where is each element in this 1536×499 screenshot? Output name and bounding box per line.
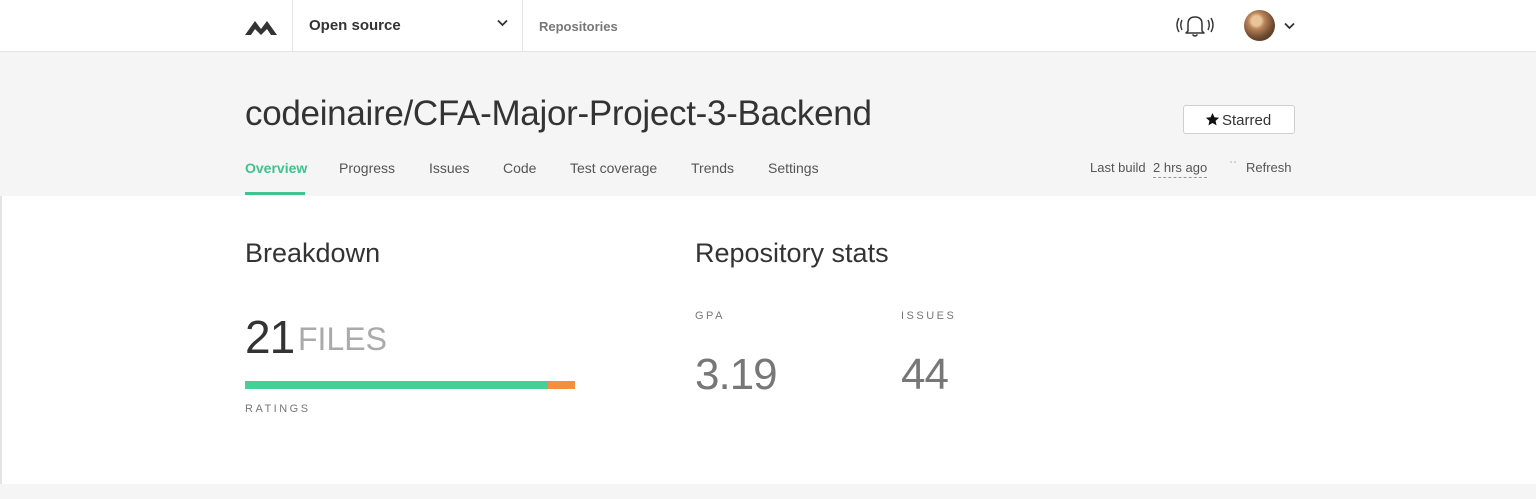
notification-bell-icon[interactable] xyxy=(1174,12,1216,38)
last-build-time[interactable]: 2 hrs ago xyxy=(1153,160,1208,178)
ratings-label: RATINGS xyxy=(245,403,311,415)
chevron-down-icon xyxy=(497,19,508,27)
tab-settings[interactable]: Settings xyxy=(768,160,819,176)
repository-stats-heading: Repository stats xyxy=(695,238,889,268)
ratings-bar[interactable] xyxy=(245,381,575,389)
repo-title: codeinaire/CFA-Major-Project-3-Backend xyxy=(245,94,872,133)
code-climate-logo[interactable] xyxy=(245,15,277,35)
gpa-label: GPA xyxy=(695,310,725,322)
active-tab-indicator xyxy=(245,192,305,195)
last-build-label: Last build xyxy=(1090,160,1146,175)
refresh-icon[interactable] xyxy=(1229,160,1241,172)
issues-label: ISSUES xyxy=(901,310,957,322)
issues-value[interactable]: 44 xyxy=(901,350,949,400)
top-navbar: Open source Repositories xyxy=(0,0,1536,52)
gpa-value[interactable]: 3.19 xyxy=(695,350,778,400)
org-switcher[interactable]: Open source xyxy=(292,0,523,51)
tab-progress[interactable]: Progress xyxy=(339,160,395,176)
star-button[interactable]: Starred xyxy=(1183,105,1295,134)
tab-test-coverage[interactable]: Test coverage xyxy=(570,160,657,176)
tab-issues[interactable]: Issues xyxy=(429,160,469,176)
nav-link-repositories[interactable]: Repositories xyxy=(539,19,618,34)
chevron-down-icon xyxy=(1284,22,1295,30)
files-count: 21 xyxy=(245,311,295,363)
user-menu[interactable] xyxy=(1244,10,1298,42)
org-switcher-label: Open source xyxy=(309,17,401,34)
footer-band xyxy=(0,484,1536,499)
tab-overview[interactable]: Overview xyxy=(245,160,307,176)
star-icon xyxy=(1205,112,1220,126)
breakdown-heading: Breakdown xyxy=(245,238,381,268)
avatar xyxy=(1244,10,1275,41)
files-unit-label: FILES xyxy=(298,321,387,357)
rating-segment-b[interactable] xyxy=(547,381,575,389)
star-button-label: Starred xyxy=(1222,112,1272,129)
rating-segment-a[interactable] xyxy=(245,381,548,389)
tab-code[interactable]: Code xyxy=(503,160,536,176)
tab-trends[interactable]: Trends xyxy=(691,160,734,176)
refresh-link[interactable]: Refresh xyxy=(1246,160,1292,175)
